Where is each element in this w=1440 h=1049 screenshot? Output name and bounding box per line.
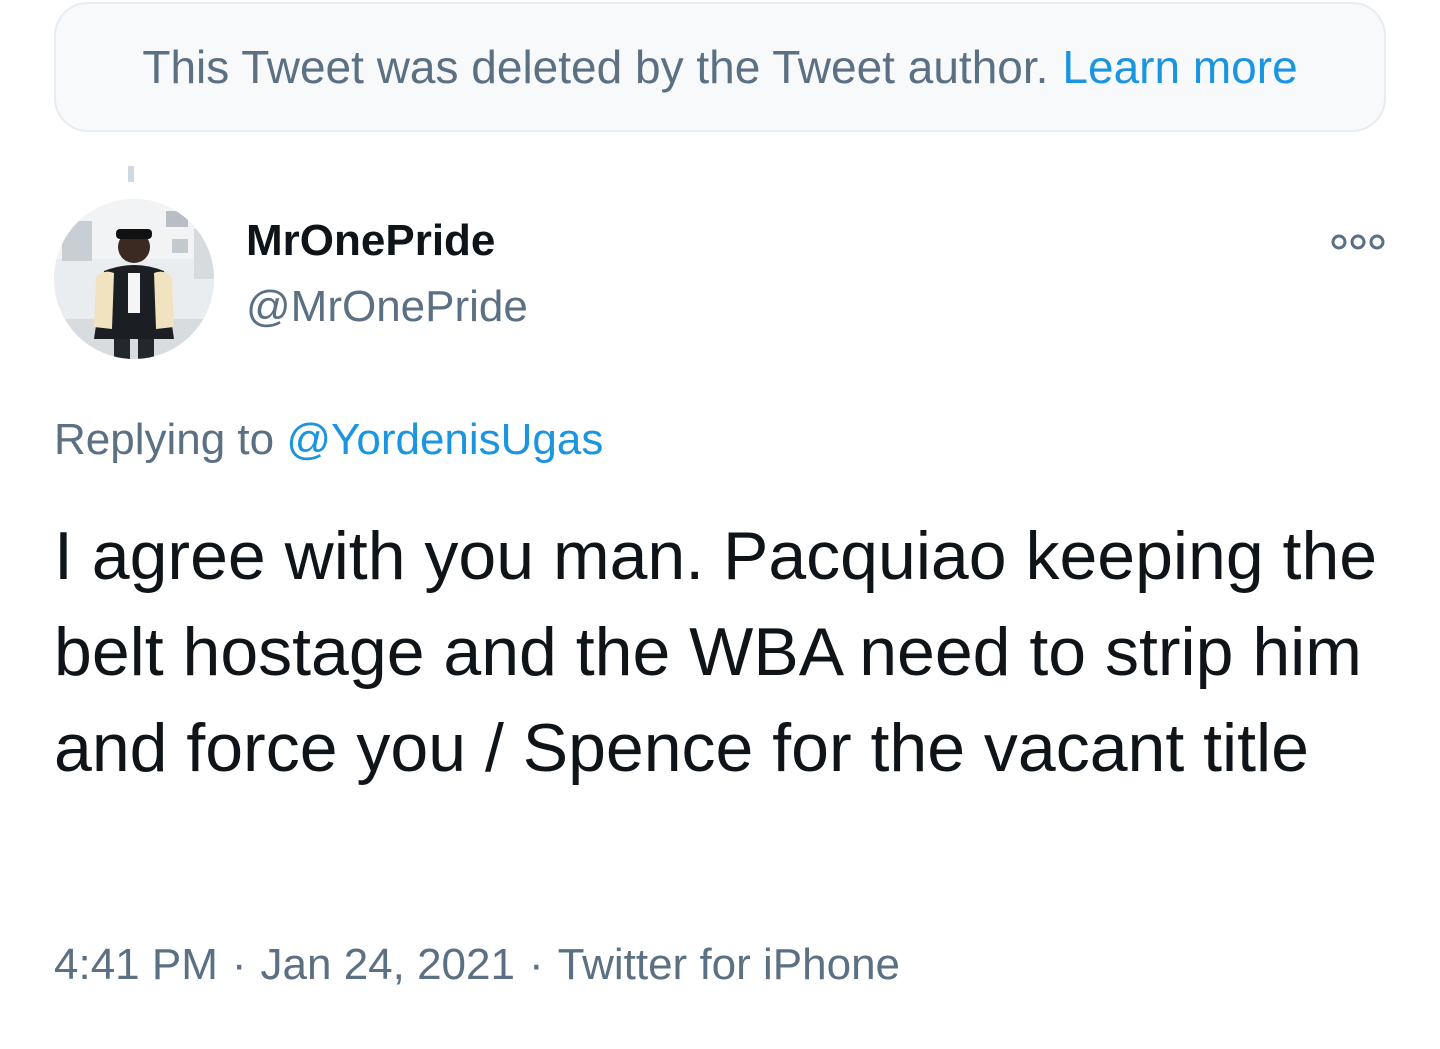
avatar-image [54, 199, 214, 359]
meta-separator: · [231, 940, 247, 989]
replying-to-line: Replying to @YordenisUgas [54, 415, 603, 465]
display-name[interactable]: MrOnePride [246, 216, 495, 266]
user-handle[interactable]: @MrOnePride [246, 282, 528, 332]
deleted-notice-text: This Tweet was deleted by the Tweet auth… [142, 41, 1049, 93]
tweet-text: I agree with you man. Pacquiao keeping t… [54, 518, 1378, 786]
tweet-time[interactable]: 4:41 PM [54, 940, 218, 989]
tweet-date[interactable]: Jan 24, 2021 [261, 940, 515, 989]
deleted-tweet-notice: This Tweet was deleted by the Tweet auth… [54, 2, 1386, 132]
meta-separator: · [528, 940, 544, 989]
tweet-meta: 4:41 PM · Jan 24, 2021 · Twitter for iPhone [54, 940, 900, 990]
more-options-icon[interactable] [1328, 228, 1388, 256]
reply-to-handle-link[interactable]: @YordenisUgas [286, 415, 603, 464]
replying-to-label: Replying to [54, 415, 275, 464]
tweet-source-link[interactable]: Twitter for iPhone [558, 940, 900, 989]
avatar[interactable] [54, 199, 214, 359]
thread-connector-line [128, 166, 134, 182]
learn-more-link[interactable]: Learn more [1062, 40, 1297, 94]
